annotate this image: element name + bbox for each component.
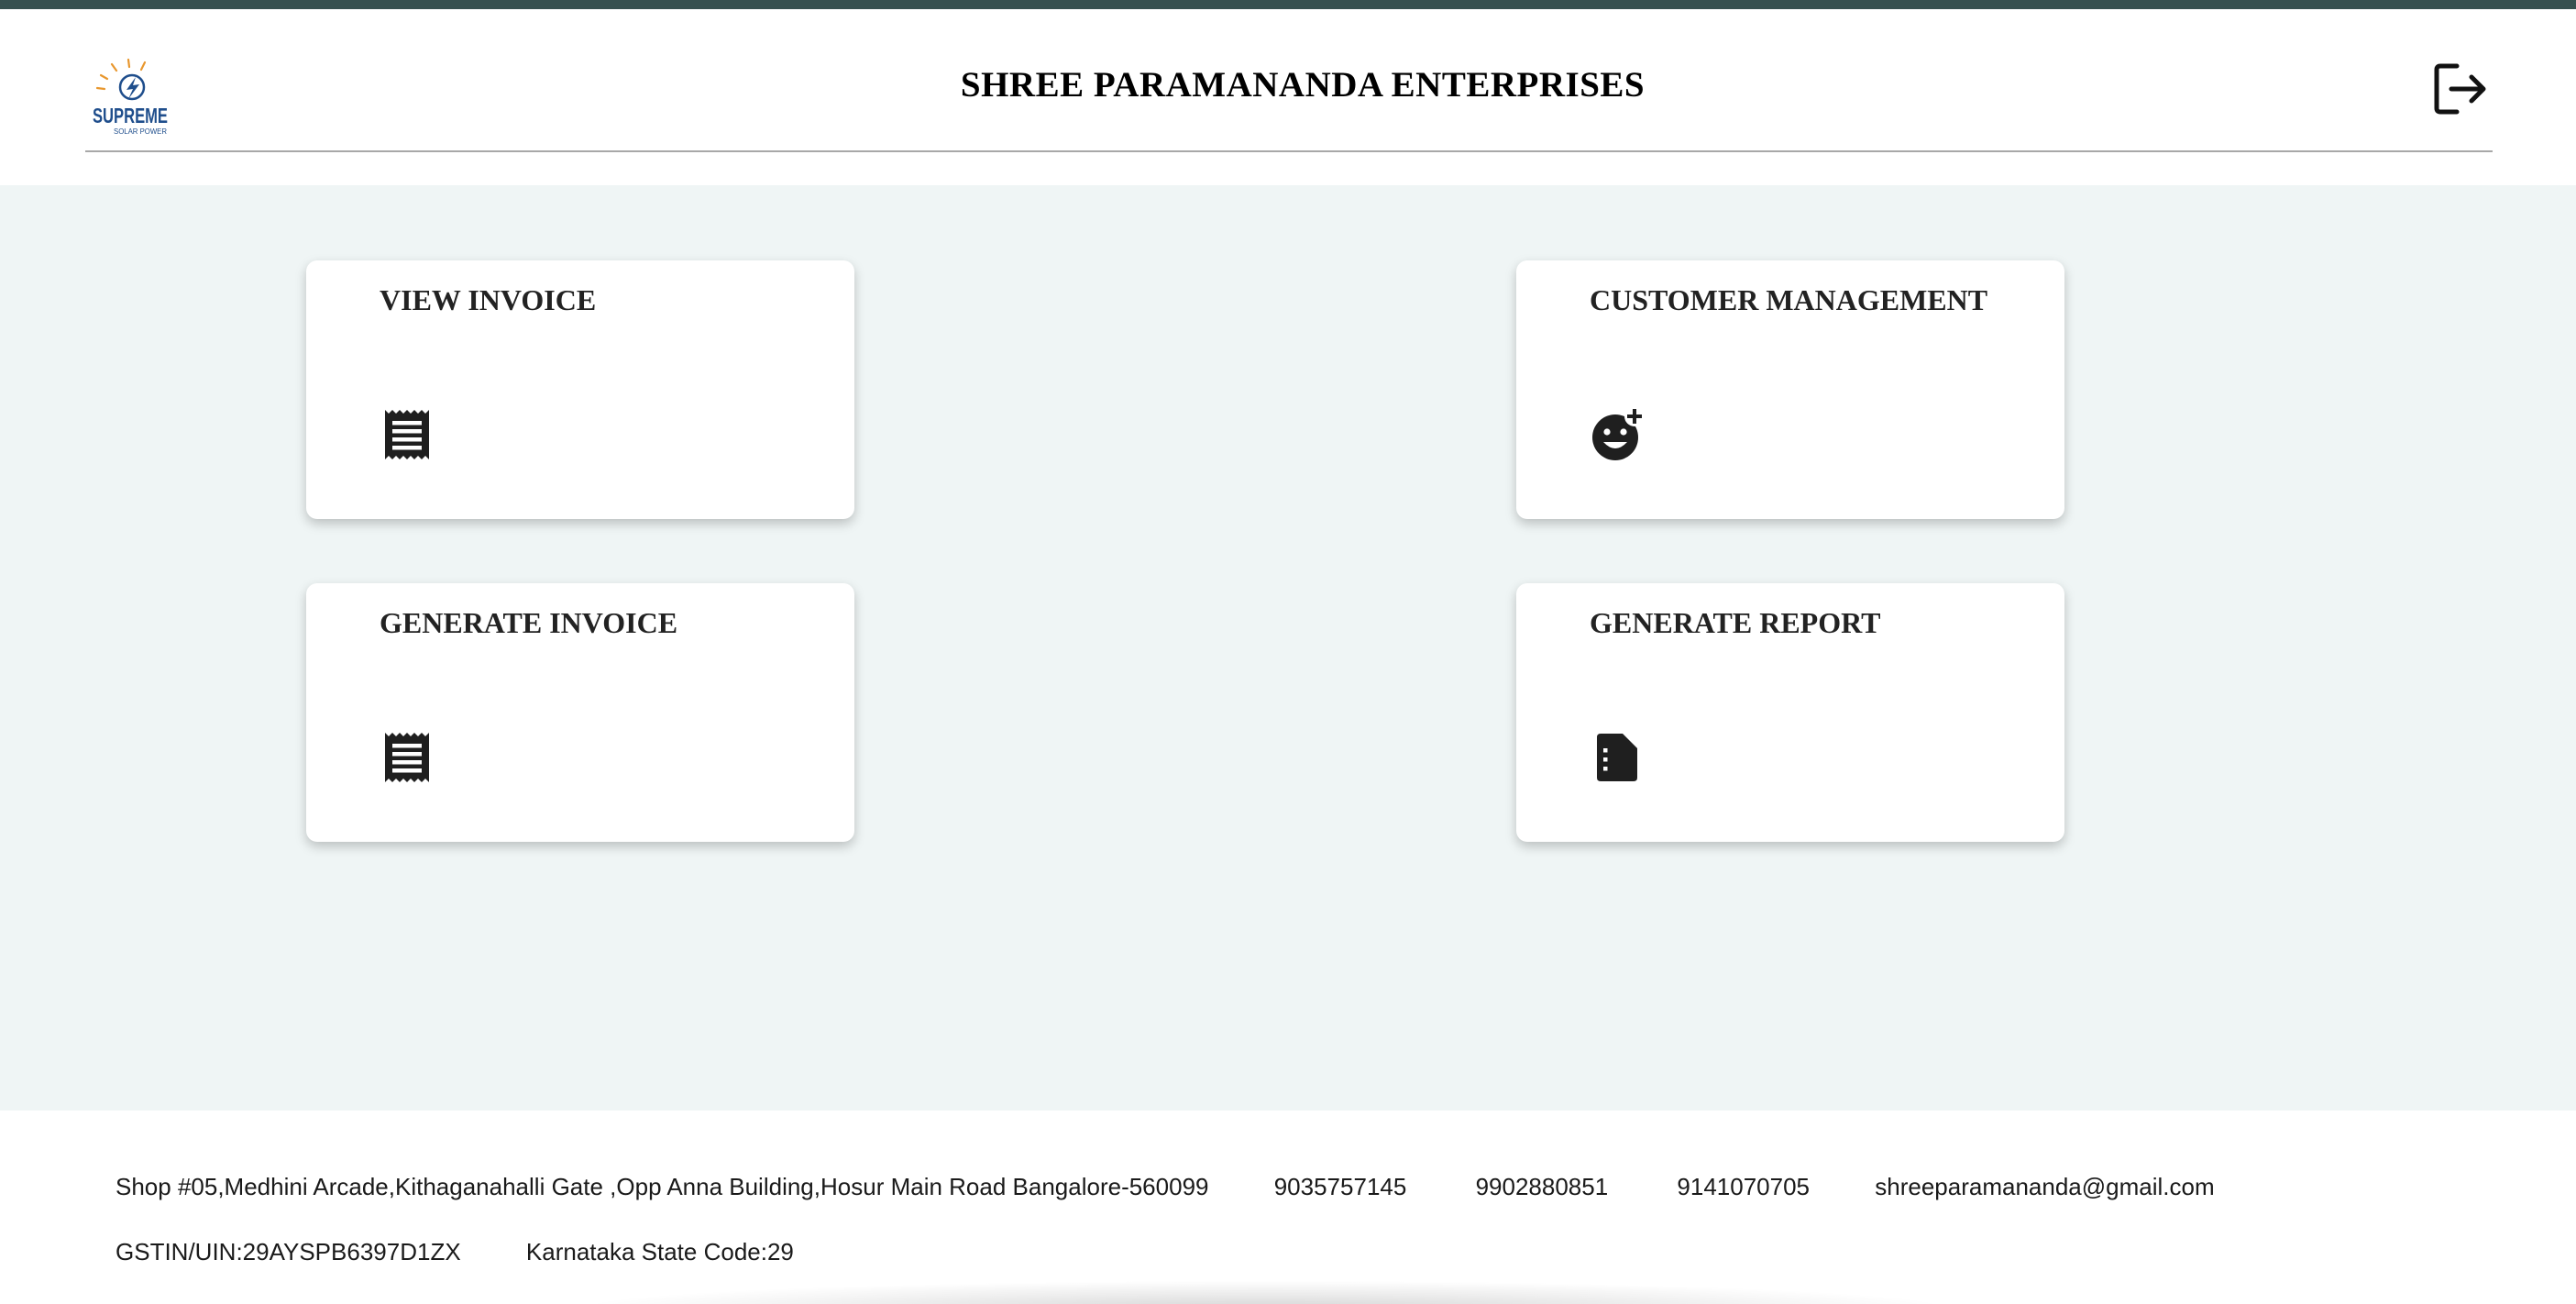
generate-invoice-card[interactable]: GENERATE INVOICE bbox=[306, 583, 854, 842]
footer-tax-row: GSTIN/UIN:29AYSPB6397D1ZX Karnataka Stat… bbox=[116, 1238, 794, 1266]
receipt-icon bbox=[380, 730, 435, 785]
card-title: GENERATE REPORT bbox=[1590, 606, 1881, 639]
logout-button[interactable] bbox=[2431, 60, 2490, 118]
footer-email: shreeparamananda@gmail.com bbox=[1875, 1173, 2215, 1200]
page-title: SHREE PARAMANANDA ENTERPRISES bbox=[960, 65, 1646, 105]
add-reaction-icon bbox=[1590, 406, 1645, 462]
dashboard-content: VIEW INVOICE CUSTOMER MANAGEMENT GENERAT… bbox=[0, 185, 2576, 1111]
logout-icon bbox=[2434, 63, 2486, 115]
footer-address: Shop #05,Medhini Arcade,Kithaganahalli G… bbox=[116, 1173, 1209, 1200]
card-title: CUSTOMER MANAGEMENT bbox=[1590, 283, 1988, 316]
svg-text:SUPREME: SUPREME bbox=[93, 104, 168, 127]
view-invoice-card[interactable]: VIEW INVOICE bbox=[306, 260, 854, 519]
card-title: VIEW INVOICE bbox=[380, 283, 597, 316]
footer-bottom-shadow bbox=[587, 1281, 1943, 1304]
footer-phone-1: 9035757145 bbox=[1273, 1173, 1407, 1200]
receipt-icon bbox=[380, 407, 435, 462]
app-header: SUPREME SOLAR POWER SHREE PARAMANANDA EN… bbox=[0, 9, 2576, 185]
footer-contact-row: Shop #05,Medhini Arcade,Kithaganahalli G… bbox=[116, 1173, 2215, 1201]
customer-management-card[interactable]: CUSTOMER MANAGEMENT bbox=[1516, 260, 2064, 519]
svg-text:SOLAR POWER: SOLAR POWER bbox=[114, 127, 167, 136]
generate-report-card[interactable]: GENERATE REPORT bbox=[1516, 583, 2064, 842]
footer: Shop #05,Medhini Arcade,Kithaganahalli G… bbox=[0, 1111, 2576, 1304]
header-divider bbox=[85, 150, 2493, 152]
footer-phone-3: 9141070705 bbox=[1677, 1173, 1811, 1200]
footer-gstin: GSTIN/UIN:29AYSPB6397D1ZX bbox=[116, 1238, 461, 1265]
card-title: GENERATE INVOICE bbox=[380, 606, 678, 639]
top-accent-strip bbox=[0, 0, 2576, 9]
report-document-icon bbox=[1590, 730, 1645, 785]
footer-phone-2: 9902880851 bbox=[1475, 1173, 1609, 1200]
footer-state-code: Karnataka State Code:29 bbox=[525, 1238, 794, 1265]
